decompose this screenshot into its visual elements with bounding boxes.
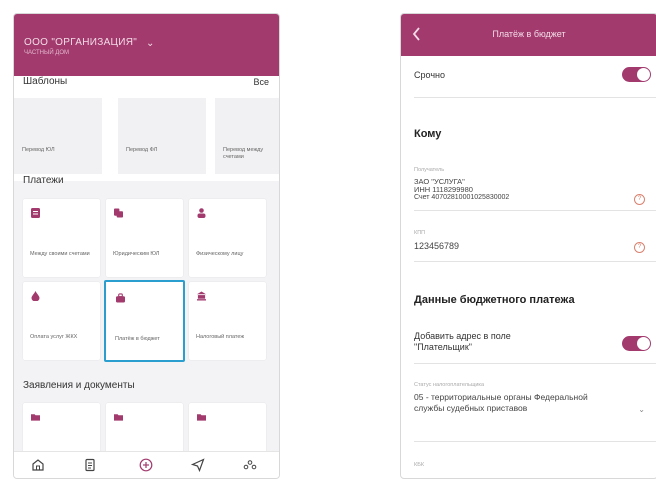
documents-icon	[114, 208, 123, 218]
kpp-value[interactable]: 123456789	[414, 242, 459, 251]
recipient-inn[interactable]: ИНН 1118299980	[414, 186, 473, 194]
payment-label: Платёж в бюджет	[115, 336, 160, 342]
top-bar: Платёж в бюджет	[401, 14, 656, 56]
template-label: Перевод между счетами	[223, 147, 264, 160]
template-card[interactable]: Перевод ЮЛ	[14, 98, 102, 174]
chevron-down-icon: ⌄	[146, 38, 155, 49]
templates-all-link[interactable]: Все	[253, 77, 269, 87]
folder-icon	[114, 414, 123, 421]
info-icon[interactable]: ?	[634, 194, 645, 205]
payments-title: Платежи	[23, 175, 64, 186]
payment-label: Между своими счетами	[30, 251, 90, 257]
add-address-label: Добавить адрес в поле "Плательщик"	[414, 331, 511, 352]
screen-title: Платёж в бюджет	[492, 29, 566, 39]
divider	[414, 441, 656, 442]
send-icon[interactable]	[191, 458, 205, 472]
template-card[interactable]: Перевод ФЛ	[118, 98, 206, 174]
right-screen: Платёж в бюджет Срочно Кому Получатель З…	[400, 13, 656, 479]
kpp-label: КПП	[414, 230, 426, 236]
to-heading: Кому	[414, 128, 442, 140]
document-list-icon[interactable]	[83, 458, 97, 472]
payment-label: Оплата услуг ЖКХ	[30, 334, 78, 340]
bottom-tabbar	[14, 451, 279, 478]
template-card[interactable]: Перевод между счетами	[215, 98, 279, 174]
application-card[interactable]	[106, 403, 183, 453]
payment-card[interactable]: Физическому лицу	[189, 199, 266, 277]
bag-icon	[116, 293, 125, 303]
template-label: Перевод ФЛ	[126, 147, 158, 153]
folder-icon	[197, 414, 206, 421]
org-header[interactable]: ООО "ОРГАНИЗАЦИЯ" ⌄ ЧАСТНЫЙ ДОМ	[14, 14, 279, 76]
divider	[414, 363, 656, 364]
folder-icon	[31, 414, 40, 421]
bank-icon	[197, 291, 206, 301]
payment-label: Физическому лицу	[196, 251, 244, 257]
recipient-account[interactable]: Счет 40702810001025830002	[414, 194, 509, 202]
home-icon[interactable]	[31, 458, 45, 472]
left-screen: Шаблоны Все Перевод ЮЛ Перевод ФЛ Перево…	[13, 13, 280, 479]
urgent-toggle[interactable]	[622, 67, 651, 82]
org-name: ООО "ОРГАНИЗАЦИЯ"	[24, 37, 138, 48]
payment-label: Налоговый платеж	[196, 334, 245, 340]
payer-status-label: Статус налогоплательщика	[414, 382, 485, 388]
templates-title: Шаблоны	[23, 76, 68, 87]
payment-label: Юридическим ЮЛ	[113, 251, 160, 257]
plus-circle-icon[interactable]	[139, 458, 153, 472]
payment-card[interactable]: Между своими счетами	[23, 199, 100, 277]
payment-card[interactable]: Налоговый платеж	[189, 282, 266, 360]
payment-card[interactable]: Юридическим ЮЛ	[106, 199, 183, 277]
document-icon	[31, 208, 40, 218]
payer-status-select[interactable]: 05 - территориальные органы Федеральной …	[414, 392, 589, 414]
payment-card-selected[interactable]: Платёж в бюджет	[104, 280, 185, 362]
payment-card[interactable]: Оплата услуг ЖКХ	[23, 282, 100, 360]
add-address-toggle[interactable]	[622, 336, 651, 351]
person-icon	[197, 208, 206, 218]
recipient-label: Получатель	[414, 167, 445, 173]
drop-icon	[31, 291, 40, 301]
application-card[interactable]	[23, 403, 100, 453]
info-icon[interactable]: ?	[634, 242, 645, 253]
applications-title: Заявления и документы	[23, 380, 135, 391]
application-card[interactable]	[189, 403, 266, 453]
urgent-label: Срочно	[414, 70, 445, 80]
more-icon[interactable]	[243, 458, 257, 472]
divider	[414, 210, 656, 211]
template-label: Перевод ЮЛ	[22, 147, 55, 153]
templates-section: Шаблоны Все Перевод ЮЛ Перевод ФЛ Перево…	[14, 74, 279, 181]
chevron-down-icon[interactable]: ⌄	[638, 405, 645, 414]
divider	[414, 261, 656, 262]
budget-heading: Данные бюджетного платежа	[414, 294, 575, 306]
org-subtitle: ЧАСТНЫЙ ДОМ	[24, 50, 70, 56]
kbk-label: КБК	[414, 462, 425, 468]
divider	[414, 97, 656, 98]
